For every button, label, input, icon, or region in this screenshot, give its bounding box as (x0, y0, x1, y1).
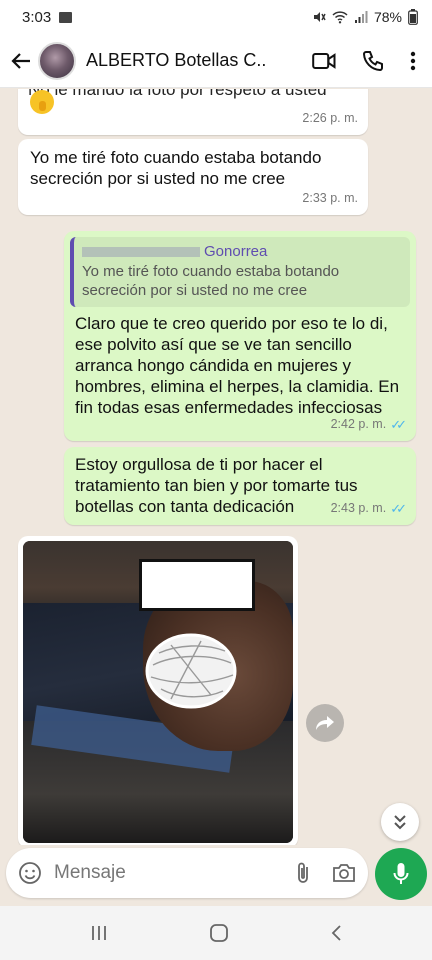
signal-icon (354, 10, 368, 23)
message-time: 2:26 p. m. (302, 111, 358, 125)
arrow-left-icon (11, 52, 30, 69)
voice-record-button[interactable] (375, 848, 427, 900)
contact-name[interactable]: ALBERTO Botellas C... (86, 50, 266, 71)
battery-icon (408, 9, 418, 25)
gallery-notification-icon (59, 11, 73, 23)
incoming-image-message[interactable] (18, 536, 298, 845)
hushing-face-emoji-icon (30, 90, 54, 114)
chat-header: ALBERTO Botellas C... (0, 34, 432, 88)
message-text: Claro que te creo querido por eso te lo … (75, 314, 400, 417)
censor-scribble (145, 633, 237, 709)
outgoing-reply-message[interactable]: Gonorrea Yo me tiré foto cuando estaba b… (64, 231, 416, 441)
censor-box (139, 559, 255, 611)
emoji-icon[interactable] (18, 861, 42, 885)
battery-percent: 78% (373, 9, 402, 25)
microphone-icon (393, 863, 409, 884)
message-time: 2:33 p. m. (302, 191, 358, 205)
message-time: 2:43 p. m. (330, 501, 387, 515)
system-navigation-bar (0, 906, 432, 960)
mute-icon (313, 12, 326, 22)
home-icon[interactable] (209, 923, 229, 943)
forward-button[interactable] (306, 704, 344, 742)
attach-icon[interactable] (296, 861, 310, 885)
status-time: 3:03 (22, 8, 52, 26)
read-ticks-icon: ✓✓ (390, 417, 407, 432)
read-ticks-icon: ✓✓ (390, 501, 407, 516)
message-text: No le mando la foto por respeto a usted (28, 89, 327, 99)
contact-avatar[interactable] (38, 41, 76, 80)
incoming-message[interactable]: No le mando la foto por respeto a usted … (18, 89, 368, 135)
message-time: 2:42 p. m. (330, 417, 387, 431)
message-input[interactable]: Mensaje (54, 862, 126, 884)
message-photo[interactable] (23, 541, 293, 843)
status-indicators: 78% (312, 9, 418, 25)
quoted-message[interactable]: Gonorrea Yo me tiré foto cuando estaba b… (70, 237, 410, 307)
status-bar: 3:03 78% (0, 0, 432, 34)
back-button[interactable] (8, 46, 34, 76)
more-options-icon[interactable] (410, 51, 416, 71)
quote-author: Gonorrea (204, 243, 268, 260)
recent-apps-icon[interactable] (90, 924, 108, 942)
incoming-message[interactable]: Yo me tiré foto cuando estaba botando se… (18, 139, 368, 215)
wifi-icon (332, 10, 348, 23)
message-text: Yo me tiré foto cuando estaba botando se… (30, 148, 322, 188)
camera-icon[interactable] (332, 863, 356, 883)
redacted-name (82, 247, 200, 258)
message-composer[interactable]: Mensaje (6, 848, 368, 898)
video-call-icon[interactable] (312, 52, 336, 70)
back-nav-icon[interactable] (330, 924, 342, 942)
scroll-to-bottom-button[interactable] (381, 803, 419, 841)
quote-text: Yo me tiré foto cuando estaba botando se… (82, 263, 340, 299)
double-chevron-down-icon (394, 815, 406, 830)
header-actions (312, 50, 424, 72)
voice-call-icon[interactable] (362, 50, 384, 72)
outgoing-message[interactable]: Estoy orgullosa de ti por hacer el trata… (64, 447, 416, 525)
chat-area[interactable]: No le mando la foto por respeto a usted … (0, 89, 432, 845)
forward-icon (316, 716, 334, 730)
